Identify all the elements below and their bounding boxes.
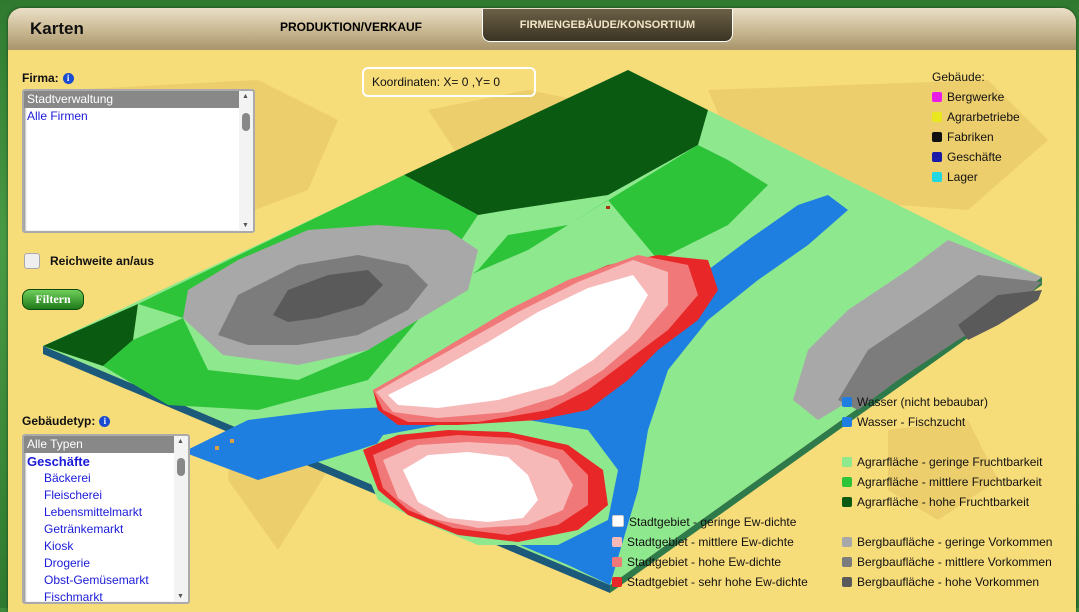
scroll-thumb[interactable] bbox=[177, 458, 185, 476]
coordinates-display: Koordinaten: X= 0 ,Y= 0 bbox=[362, 67, 536, 97]
tab-produktion-verkauf[interactable]: PRODUKTION/VERKAUF bbox=[256, 14, 446, 40]
legend-geschaefte: Geschäfte bbox=[932, 150, 1002, 164]
info-icon[interactable]: i bbox=[99, 416, 111, 427]
filtern-button[interactable]: Filtern bbox=[22, 289, 84, 310]
legend-agrar-mittel: Agrarfläche - mittlere Fruchtbarkeit bbox=[842, 475, 1042, 489]
legend-berg-mittel: Bergbaufläche - mittlere Vorkommen bbox=[842, 555, 1052, 569]
legend-stadt-hoch: Stadtgebiet - hohe Ew-dichte bbox=[612, 555, 781, 569]
cube-icon bbox=[842, 417, 852, 427]
cube-icon bbox=[612, 537, 622, 547]
cube-icon bbox=[842, 557, 852, 567]
legend-agrar-gering: Agrarfläche - geringe Fruchtbarkeit bbox=[842, 455, 1042, 469]
cube-icon bbox=[842, 397, 852, 407]
hexagon-icon bbox=[932, 112, 942, 122]
page-title: Karten bbox=[30, 19, 84, 38]
scroll-thumb[interactable] bbox=[242, 113, 250, 131]
legend-geschaefte-label: Geschäfte bbox=[947, 150, 1002, 164]
map-panel: Karten PRODUKTION/VERKAUF FIRMENGEBÄUDE/… bbox=[8, 8, 1076, 612]
legend-berg-gering: Bergbaufläche - geringe Vorkommen bbox=[842, 535, 1052, 549]
legend-label: Wasser - Fischzucht bbox=[857, 415, 966, 429]
gebaeudetyp-option[interactable]: Lebensmittelmarkt bbox=[24, 504, 188, 521]
cube-icon bbox=[842, 497, 852, 507]
hexagon-icon bbox=[932, 172, 942, 182]
gebaeudetyp-option[interactable]: Kiosk bbox=[24, 538, 188, 555]
cube-icon bbox=[612, 557, 622, 567]
gebaeudetyp-option[interactable]: Getränkemarkt bbox=[24, 521, 188, 538]
legend-label: Wasser (nicht bebaubar) bbox=[857, 395, 988, 409]
gebaeudetyp-label-text: Gebäudetyp: bbox=[22, 414, 96, 428]
legend-label: Stadtgebiet - geringe Ew-dichte bbox=[629, 515, 797, 529]
cube-icon bbox=[612, 577, 622, 587]
firma-scrollbar[interactable]: ▲ ▼ bbox=[239, 91, 253, 231]
legend-stadt-gering: Stadtgebiet - geringe Ew-dichte bbox=[612, 515, 796, 529]
legend-wasser: Wasser (nicht bebaubar) bbox=[842, 395, 988, 409]
legend-lager: Lager bbox=[932, 170, 978, 184]
legend-fabriken-label: Fabriken bbox=[947, 130, 994, 144]
legend-lager-label: Lager bbox=[947, 170, 978, 184]
legend-agrarbetriebe-label: Agrarbetriebe bbox=[947, 110, 1020, 124]
gebaeudetyp-option[interactable]: Drogerie bbox=[24, 555, 188, 572]
firma-label: Firma: i bbox=[22, 71, 74, 85]
cube-icon bbox=[842, 477, 852, 487]
legend-wasser-fischzucht: Wasser - Fischzucht bbox=[842, 415, 965, 429]
gebaeudetyp-option[interactable]: Obst-Gemüsemarkt bbox=[24, 572, 188, 589]
legend-label: Stadtgebiet - hohe Ew-dichte bbox=[627, 555, 782, 569]
hexagon-icon bbox=[932, 92, 942, 102]
cube-icon bbox=[612, 515, 624, 527]
gebaeudetyp-listbox[interactable]: Alle Typen Geschäfte Bäckerei Fleischere… bbox=[22, 434, 190, 604]
legend-label: Stadtgebiet - sehr hohe Ew-dichte bbox=[627, 575, 808, 589]
buildings-legend-title: Gebäude: bbox=[932, 70, 985, 84]
legend-bergwerke: Bergwerke bbox=[932, 90, 1004, 104]
legend-label: Agrarfläche - hohe Fruchtbarkeit bbox=[857, 495, 1030, 509]
legend-label: Agrarfläche - mittlere Fruchtbarkeit bbox=[857, 475, 1042, 489]
gebaeudetyp-option[interactable]: Fleischerei bbox=[24, 487, 188, 504]
info-icon[interactable]: i bbox=[62, 73, 74, 84]
header-bar: Karten PRODUKTION/VERKAUF FIRMENGEBÄUDE/… bbox=[8, 8, 1076, 50]
gebaeudetyp-option[interactable]: Bäckerei bbox=[24, 470, 188, 487]
legend-label: Stadtgebiet - mittlere Ew-dichte bbox=[627, 535, 794, 549]
legend-berg-hoch: Bergbaufläche - hohe Vorkommen bbox=[842, 575, 1039, 589]
legend-agrar-hoch: Agrarfläche - hohe Fruchtbarkeit bbox=[842, 495, 1029, 509]
firma-option-stadtverwaltung[interactable]: Stadtverwaltung bbox=[24, 91, 253, 108]
legend-stadt-mittel: Stadtgebiet - mittlere Ew-dichte bbox=[612, 535, 794, 549]
gebaeudetyp-option[interactable]: Fischmarkt bbox=[24, 589, 188, 602]
legend-label: Bergbaufläche - mittlere Vorkommen bbox=[857, 555, 1052, 569]
scroll-down-icon[interactable]: ▼ bbox=[242, 222, 249, 229]
firma-listbox[interactable]: Stadtverwaltung Alle Firmen ▲ ▼ bbox=[22, 89, 255, 233]
firma-label-text: Firma: bbox=[22, 71, 59, 85]
cube-icon bbox=[842, 457, 852, 467]
legend-fabriken: Fabriken bbox=[932, 130, 994, 144]
gebaeudetyp-label: Gebäudetyp: i bbox=[22, 414, 111, 428]
hexagon-icon bbox=[932, 152, 942, 162]
cube-icon bbox=[842, 577, 852, 587]
legend-label: Bergbaufläche - geringe Vorkommen bbox=[857, 535, 1053, 549]
firma-option-alle-firmen[interactable]: Alle Firmen bbox=[24, 108, 253, 125]
legend-agrarbetriebe: Agrarbetriebe bbox=[932, 110, 1020, 124]
gebaeudetyp-option[interactable]: Alle Typen bbox=[24, 436, 188, 453]
reichweite-label: Reichweite an/aus bbox=[50, 254, 155, 268]
legend-stadt-sehr-hoch: Stadtgebiet - sehr hohe Ew-dichte bbox=[612, 575, 808, 589]
reichweite-checkbox[interactable] bbox=[24, 253, 40, 269]
legend-label: Agrarfläche - geringe Fruchtbarkeit bbox=[857, 455, 1043, 469]
scroll-up-icon[interactable]: ▲ bbox=[242, 93, 249, 100]
hexagon-icon bbox=[932, 132, 942, 142]
gebaeudetyp-scrollbar[interactable]: ▲ ▼ bbox=[174, 436, 188, 602]
legend-label: Bergbaufläche - hohe Vorkommen bbox=[857, 575, 1040, 589]
scroll-up-icon[interactable]: ▲ bbox=[177, 438, 184, 445]
scroll-down-icon[interactable]: ▼ bbox=[177, 593, 184, 600]
tab-firmengebaeude-konsortium[interactable]: FIRMENGEBÄUDE/KONSORTIUM bbox=[482, 9, 733, 42]
cube-icon bbox=[842, 537, 852, 547]
legend-bergwerke-label: Bergwerke bbox=[947, 90, 1005, 104]
gebaeudetyp-group[interactable]: Geschäfte bbox=[24, 453, 188, 470]
